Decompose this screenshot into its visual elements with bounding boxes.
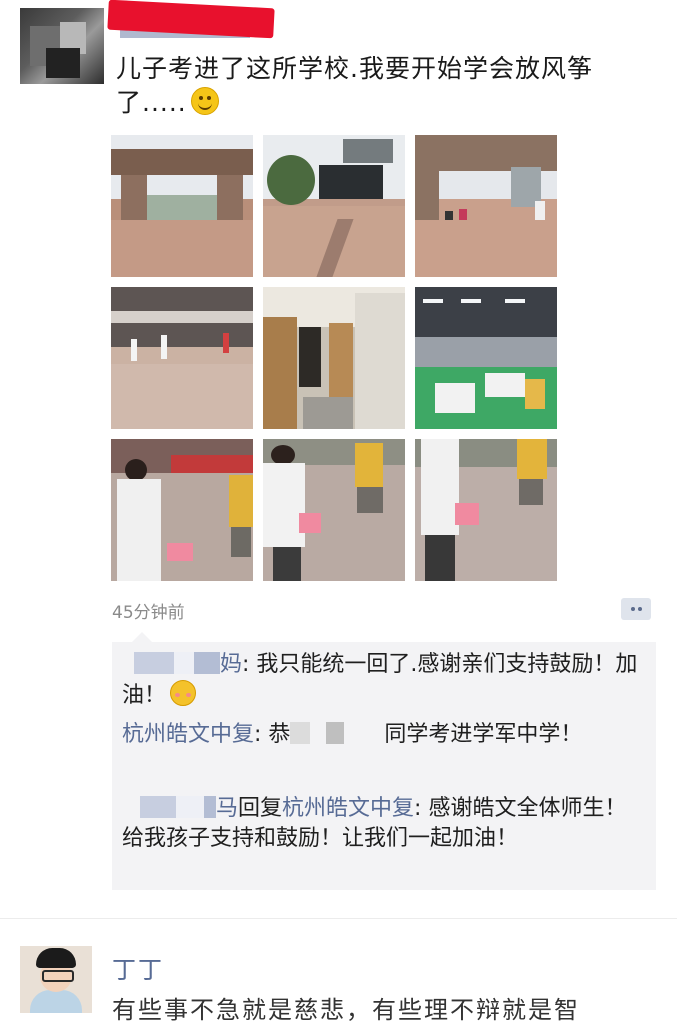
post-divider — [0, 918, 677, 919]
comment-1[interactable]: 妈: 我只能统一回了.感谢亲们支持鼓励！加油！ — [122, 650, 642, 711]
comment-3-nick[interactable]: 马 — [216, 796, 238, 821]
comment-3-reply-word: 回复 — [238, 796, 283, 821]
photo-grid — [111, 135, 557, 582]
dorm-room-photo[interactable] — [263, 287, 405, 429]
moment-post: 儿子考进了这所学校.我要开始学会放风筝了..... 45分钟前 妈: 我只能统一… — [0, 0, 677, 915]
gate-crowd-photo[interactable] — [415, 135, 557, 277]
nick-redacted — [140, 796, 176, 818]
name-redacted — [290, 722, 311, 744]
school-gate-photo[interactable] — [111, 135, 253, 277]
next-author-avatar[interactable] — [20, 946, 92, 1013]
cafeteria-photo[interactable] — [415, 287, 557, 429]
comment-more-button[interactable] — [621, 598, 651, 620]
campus-screen-photo[interactable] — [263, 135, 405, 277]
next-post-text: 有些事不急就是慈悲，有些理不辩就是智 — [112, 996, 580, 1024]
comment-2-text-a: : 恭 — [254, 722, 291, 747]
comment-2-text-b: 同学考进学军中学！ — [384, 722, 583, 747]
post-text: 儿子考进了这所学校.我要开始学会放风筝了..... — [116, 52, 636, 120]
nick-redacted — [134, 652, 174, 674]
blush-emoji-icon — [170, 680, 197, 706]
boys-walking-photo-3[interactable] — [415, 439, 557, 581]
post-text-content: 儿子考进了这所学校.我要开始学会放风筝了..... — [116, 54, 593, 117]
comment-2-nick[interactable]: 杭州皓文中复 — [122, 722, 254, 747]
comment-3-reply-to[interactable]: 杭州皓文中复 — [282, 796, 414, 821]
boys-walking-photo-1[interactable] — [111, 439, 253, 581]
smile-emoji-icon — [190, 87, 219, 115]
building-walk-photo[interactable] — [111, 287, 253, 429]
comment-1-nick[interactable]: 妈 — [220, 652, 242, 677]
author-avatar[interactable] — [20, 8, 104, 84]
boys-walking-photo-2[interactable] — [263, 439, 405, 581]
comments-panel: 妈: 我只能统一回了.感谢亲们支持鼓励！加油！ 杭州皓文中复: 恭同学考进学军中… — [112, 632, 656, 890]
next-author-name[interactable]: 丁丁 — [112, 950, 164, 985]
comment-2[interactable]: 杭州皓文中复: 恭 同学考进学军中学！ — [122, 720, 642, 750]
post-time: 45分钟前 — [112, 603, 185, 623]
comment-3[interactable]: 马回复杭州皓文中复: 感谢皓文全体师生！给我孩子支持和鼓励！让我们一起加油！ — [122, 794, 642, 854]
